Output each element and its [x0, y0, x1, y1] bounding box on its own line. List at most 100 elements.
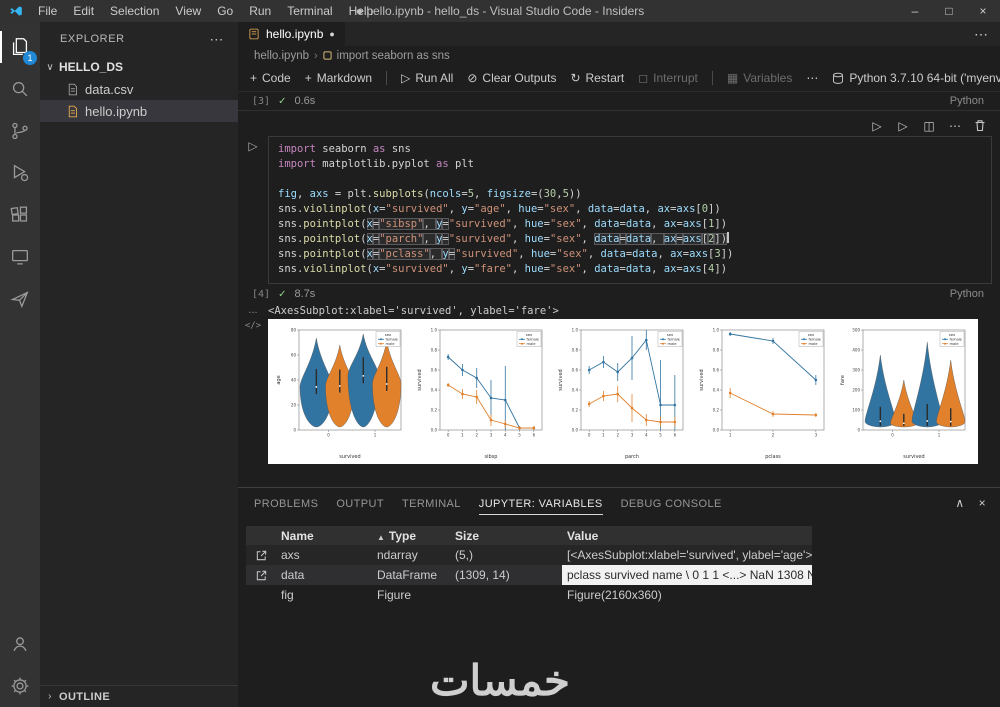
kernel-picker[interactable]: Python 3.7.10 64-bit ('myenv': conda)	[832, 71, 1000, 85]
file-name: hello.ipynb	[85, 103, 148, 119]
file-item-hello-ipynb[interactable]: hello.ipynb	[40, 100, 238, 122]
svg-text:40: 40	[291, 377, 297, 382]
maximize-icon[interactable]: □	[932, 0, 966, 22]
variable-row-data[interactable]: data DataFrame (1309, 14) pclass survived n…	[246, 565, 812, 585]
svg-text:0.6: 0.6	[572, 367, 579, 372]
more-actions-button[interactable]: ⋯	[806, 71, 818, 85]
svg-text:0.8: 0.8	[431, 347, 438, 352]
settings-gear-icon[interactable]	[0, 665, 40, 707]
code-cell-symbol-icon	[323, 51, 332, 60]
activity-explorer-icon[interactable]: 1	[0, 26, 40, 68]
column-type[interactable]: ▲ Type	[372, 529, 450, 543]
subplot-survived: 0 100 200 300 400 500 0 1 survived fare sexfemalem…	[840, 327, 966, 460]
code-icon: +	[250, 71, 258, 85]
variable-row-fig[interactable]: fig Figure Figure(2160x360)	[246, 585, 812, 605]
svg-text:200: 200	[852, 387, 860, 392]
menu-file[interactable]: File	[30, 0, 65, 22]
activity-source-control-icon[interactable]	[0, 110, 40, 152]
tab-hello-ipynb[interactable]: hello.ipynb ●	[238, 22, 345, 46]
run-above-icon[interactable]: ▷	[870, 119, 884, 133]
mime-type-button[interactable]: </>	[238, 317, 268, 331]
panel-maximize-icon[interactable]: ∧	[955, 496, 964, 510]
accounts-icon[interactable]	[0, 623, 40, 665]
folder-hello-ds[interactable]: ∨ HELLO_DS	[40, 56, 238, 78]
cell-language[interactable]: Python	[950, 288, 984, 300]
run-below-icon[interactable]: ▷	[896, 119, 910, 133]
variable-type: Figure	[377, 588, 412, 602]
toolbar-separator	[711, 71, 713, 85]
panel-tab-problems[interactable]: PROBLEMS	[254, 492, 318, 515]
breadcrumb-cell[interactable]: import seaborn as sns	[337, 50, 450, 62]
subplot-parch: 0.0 0.2 0.4 0.6 0.8 1.0 0 1 2 3 4 5 6 parch survived se…	[558, 327, 684, 460]
svg-text:survived: survived	[903, 454, 924, 460]
panel-close-icon[interactable]: ×	[979, 496, 986, 510]
run-all-button[interactable]: ▷ Run All	[401, 71, 453, 85]
svg-text:6: 6	[533, 433, 536, 438]
activity-live-share-icon[interactable]	[0, 278, 40, 320]
outline-section-header[interactable]: › OUTLINE	[40, 685, 238, 707]
menu-run[interactable]: Run	[241, 0, 279, 22]
explorer-sidebar: EXPLORER ⋯ ∨ HELLO_DS data.csv hello.ipyn…	[40, 22, 238, 707]
more-actions-icon[interactable]: ⋯	[948, 119, 962, 133]
svg-text:survived: survived	[417, 369, 423, 390]
open-in-data-viewer-icon[interactable]	[255, 549, 268, 562]
clear-outputs-button[interactable]: ⊘ Clear Outputs	[467, 71, 556, 85]
explorer-more-actions-icon[interactable]: ⋯	[209, 31, 224, 48]
svg-text:male: male	[386, 342, 396, 346]
kernel-icon	[833, 72, 844, 84]
menu-terminal[interactable]: Terminal	[279, 0, 340, 22]
output-collapse-icon[interactable]: ...	[238, 304, 268, 316]
svg-text:0: 0	[293, 427, 296, 432]
activity-extensions-icon[interactable]	[0, 194, 40, 236]
editor-tab-bar: hello.ipynb ● ⋯	[238, 22, 1000, 46]
split-cell-icon[interactable]: ◫	[922, 119, 936, 133]
open-in-data-viewer-button[interactable]	[246, 549, 276, 562]
delete-cell-icon[interactable]	[974, 119, 986, 132]
menu-edit[interactable]: Edit	[65, 0, 102, 22]
open-in-data-viewer-icon[interactable]	[255, 569, 268, 582]
breadcrumb-file[interactable]: hello.ipynb	[254, 50, 309, 62]
column-value[interactable]: Value	[562, 529, 812, 543]
window-controls: – □ ×	[898, 0, 1000, 22]
chevron-right-icon: ›	[48, 691, 52, 702]
column-size[interactable]: Size	[450, 529, 562, 543]
cell-code-editor[interactable]: import seaborn as sns import matplotlib.p…	[268, 136, 992, 284]
menu-view[interactable]: View	[167, 0, 209, 22]
variable-type: ndarray	[377, 548, 418, 562]
action-label: Interrupt	[653, 71, 698, 85]
run-cell-button[interactable]: ▷	[238, 136, 268, 284]
code-button[interactable]: + Code	[250, 71, 291, 85]
close-icon[interactable]: ×	[966, 0, 1000, 22]
menu-selection[interactable]: Selection	[102, 0, 167, 22]
column-name[interactable]: Name	[276, 529, 372, 543]
variables-button[interactable]: ▦ Variables	[727, 71, 792, 85]
svg-text:400: 400	[852, 347, 860, 352]
variable-row-axs[interactable]: axs ndarray (5,) [<AxesSubplot:xlabel='surv…	[246, 545, 812, 565]
svg-text:1.0: 1.0	[572, 327, 579, 332]
menu-go[interactable]: Go	[209, 0, 241, 22]
panel-tab-jupyter-variables[interactable]: JUPYTER: VARIABLES	[478, 492, 603, 515]
cell-language[interactable]: Python	[950, 95, 984, 107]
modified-dot-icon[interactable]: ●	[329, 29, 334, 39]
activity-remote-explorer-icon[interactable]	[0, 236, 40, 278]
svg-text:2: 2	[616, 433, 619, 438]
activity-run-and-debug-icon[interactable]	[0, 152, 40, 194]
editor-more-actions-icon[interactable]: ⋯	[974, 22, 1000, 46]
restart-button[interactable]: ↻ Restart	[570, 71, 624, 85]
code-line: sns.pointplot(x="sibsp", y="survived", h…	[278, 218, 728, 230]
markdown-button[interactable]: + Markdown	[305, 71, 372, 85]
code-line: sns.pointplot(x="parch", y="survived", h…	[278, 232, 729, 245]
panel-tab-debug-console[interactable]: DEBUG CONSOLE	[621, 492, 722, 515]
panel-tab-output[interactable]: OUTPUT	[336, 492, 384, 515]
interrupt-button[interactable]: ◻ Interrupt	[638, 71, 698, 85]
file-item-data-csv[interactable]: data.csv	[40, 78, 238, 100]
success-check-icon: ✓	[278, 95, 287, 107]
svg-text:0.2: 0.2	[713, 407, 720, 412]
open-in-data-viewer-button[interactable]	[246, 569, 276, 582]
seaborn-figure: 0204060800 1survivedagesexfemalemale0.00.…	[276, 327, 966, 460]
activity-search-icon[interactable]	[0, 68, 40, 110]
panel-tab-terminal[interactable]: TERMINAL	[402, 492, 461, 515]
minimize-icon[interactable]: –	[898, 0, 932, 22]
code-cell: ▷ ▷ ◫ ⋯ ▷ import seaborn as sns import ma…	[238, 115, 1000, 304]
